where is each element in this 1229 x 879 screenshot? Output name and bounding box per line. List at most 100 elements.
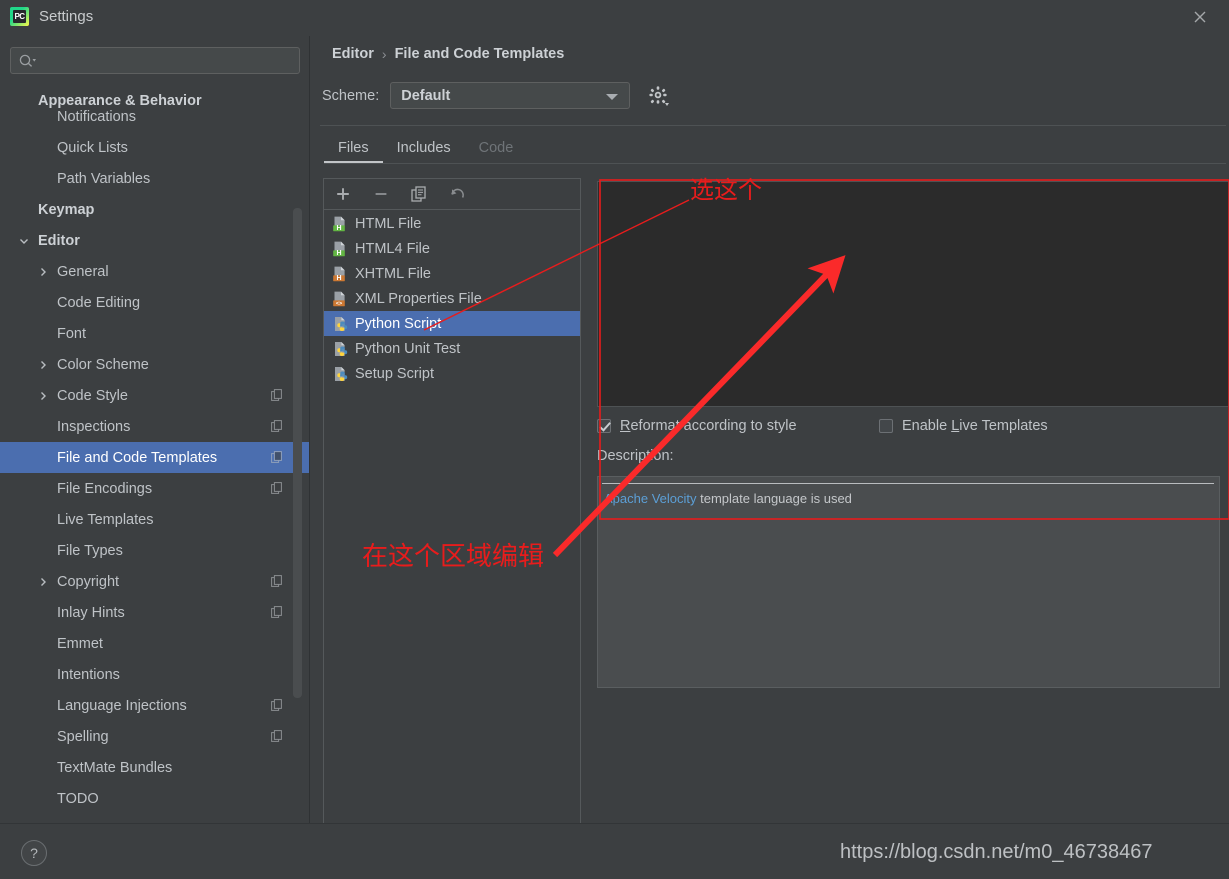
reformat-mnemonic: R [620,418,631,434]
live-templates-checkbox-box[interactable] [879,419,893,433]
gear-icon[interactable] [648,85,670,107]
breadcrumb-parent[interactable]: Editor [332,46,374,62]
sidebar-item-editor[interactable]: Editor [0,225,310,256]
chevron-right-icon[interactable] [36,389,50,403]
template-list-item-label: Python Unit Test [355,340,461,357]
close-icon[interactable] [1177,0,1223,34]
sidebar-item-inspections[interactable]: Inspections [0,411,310,442]
sidebar-item-textmate-bundles[interactable]: TextMate Bundles [0,752,310,783]
sidebar-item-color-scheme[interactable]: Color Scheme [0,349,310,380]
sidebar-item-emmet[interactable]: Emmet [0,628,310,659]
sidebar-item-todo[interactable]: TODO [0,783,310,814]
sidebar-item-label: File Encodings [57,480,153,497]
svg-text:H: H [336,274,341,281]
duplicate-icon[interactable] [410,185,428,203]
header-divider [320,125,1226,126]
scheme-row: Scheme: Default [322,82,670,109]
template-list-item[interactable]: Setup Script [324,361,580,386]
scheme-select[interactable]: Default [390,82,631,109]
help-button[interactable]: ? [21,840,47,866]
template-list-item[interactable]: H HTML4 File [324,236,580,261]
template-list-item-label: Python Script [355,315,442,332]
sidebar-item-label: TODO [57,790,99,807]
chevron-down-icon[interactable] [17,234,31,248]
template-list-item[interactable]: Python Unit Test [324,336,580,361]
settings-tree: Appearance & Behavior Notifications Quick … [0,85,310,823]
sidebar-item-language-injections[interactable]: Language Injections [0,690,310,721]
options-row: Reformat according to style Enable Live … [597,418,1048,434]
sidebar-item-label: Intentions [57,666,120,683]
sidebar-item-file-types[interactable]: File Types [0,535,310,566]
html-file-icon: H [332,216,348,232]
sidebar-item-label: Keymap [38,201,95,218]
html4-file-icon: H [332,241,348,257]
minus-icon[interactable] [372,185,390,203]
chevron-right-icon[interactable] [36,358,50,372]
revert-icon[interactable] [448,185,466,203]
sidebar-item-keymap[interactable]: Keymap [0,194,310,225]
sidebar-item-file-and-code-templates[interactable]: File and Code Templates [0,442,310,473]
window-title: Settings [39,8,94,25]
sidebar-item-file-encodings[interactable]: File Encodings [0,473,310,504]
sidebar-item-code-editing[interactable]: Code Editing [0,287,310,318]
sidebar-item-spelling[interactable]: Spelling [0,721,310,752]
sidebar-item-notifications[interactable]: Notifications [0,101,310,132]
template-editor[interactable] [597,181,1229,407]
sidebar-item-copyright[interactable]: Copyright [0,566,310,597]
chevron-right-icon: › [381,46,387,62]
search-input[interactable] [41,48,293,73]
project-scope-icon [271,606,283,618]
sidebar-item-intentions[interactable]: Intentions [0,659,310,690]
reformat-label-rest: eformat according to style [630,418,797,434]
sidebar-item-label: Live Templates [57,511,154,528]
chevron-right-icon[interactable] [36,265,50,279]
tab-files[interactable]: Files [324,140,383,164]
tab-divider [324,163,1226,164]
content-pane: Editor › File and Code Templates Scheme:… [310,36,1229,843]
project-scope-icon [271,482,283,494]
template-list-item[interactable]: H XHTML File [324,261,580,286]
scheme-selected-value: Default [401,87,451,104]
sidebar-item-live-templates[interactable]: Live Templates [0,504,310,535]
sidebar-item-font[interactable]: Font [0,318,310,349]
reformat-checkbox-box[interactable] [597,419,611,433]
sidebar-item-general[interactable]: General [0,256,310,287]
template-list-item[interactable]: H HTML File [324,211,580,236]
template-list-item[interactable]: Python Script [324,311,580,336]
reformat-checkbox[interactable]: Reformat according to style [597,418,879,434]
template-list-toolbar [324,179,580,210]
sidebar: Appearance & Behavior Notifications Quick … [0,36,310,823]
tab-includes[interactable]: Includes [383,140,465,164]
plus-icon[interactable] [334,185,352,203]
description-box: Apache Velocity template language is use… [597,476,1220,688]
sidebar-item-path-variables[interactable]: Path Variables [0,163,310,194]
breadcrumb: Editor › File and Code Templates [332,46,564,62]
chevron-down-icon [606,94,619,100]
project-scope-icon [271,699,283,711]
apache-velocity-link[interactable]: Apache Velocity [604,491,697,506]
sidebar-item-label: Path Variables [57,170,151,187]
sidebar-item-quick-lists[interactable]: Quick Lists [0,132,310,163]
tab-bar: Files Includes Code [324,134,527,164]
sidebar-item-code-style[interactable]: Code Style [0,380,310,411]
template-editor-area[interactable] [597,181,1229,407]
search-box[interactable] [10,47,300,74]
description-label: Description: [597,448,674,464]
template-list-panel: H HTML File H HTML4 File H XHTML File <> XML Pr… [323,178,581,843]
live-templates-checkbox[interactable]: Enable Live Templates [879,418,1048,434]
description-rule [602,483,1214,484]
project-scope-icon [271,389,283,401]
sidebar-item-label: Code Style [57,387,128,404]
chevron-right-icon[interactable] [36,575,50,589]
search-icon [18,53,38,69]
template-list-item[interactable]: <> XML Properties File [324,286,580,311]
sidebar-scrollbar[interactable] [293,208,302,698]
reformat-checkbox-label: Reformat according to style [620,418,797,434]
python-file-icon [332,316,348,332]
sidebar-item-label: Quick Lists [57,139,128,156]
sidebar-item-inlay-hints[interactable]: Inlay Hints [0,597,310,628]
svg-text:H: H [336,224,341,231]
python-file-icon [332,341,348,357]
pycharm-logo-icon: PC [10,7,29,26]
python-file-icon [332,366,348,382]
